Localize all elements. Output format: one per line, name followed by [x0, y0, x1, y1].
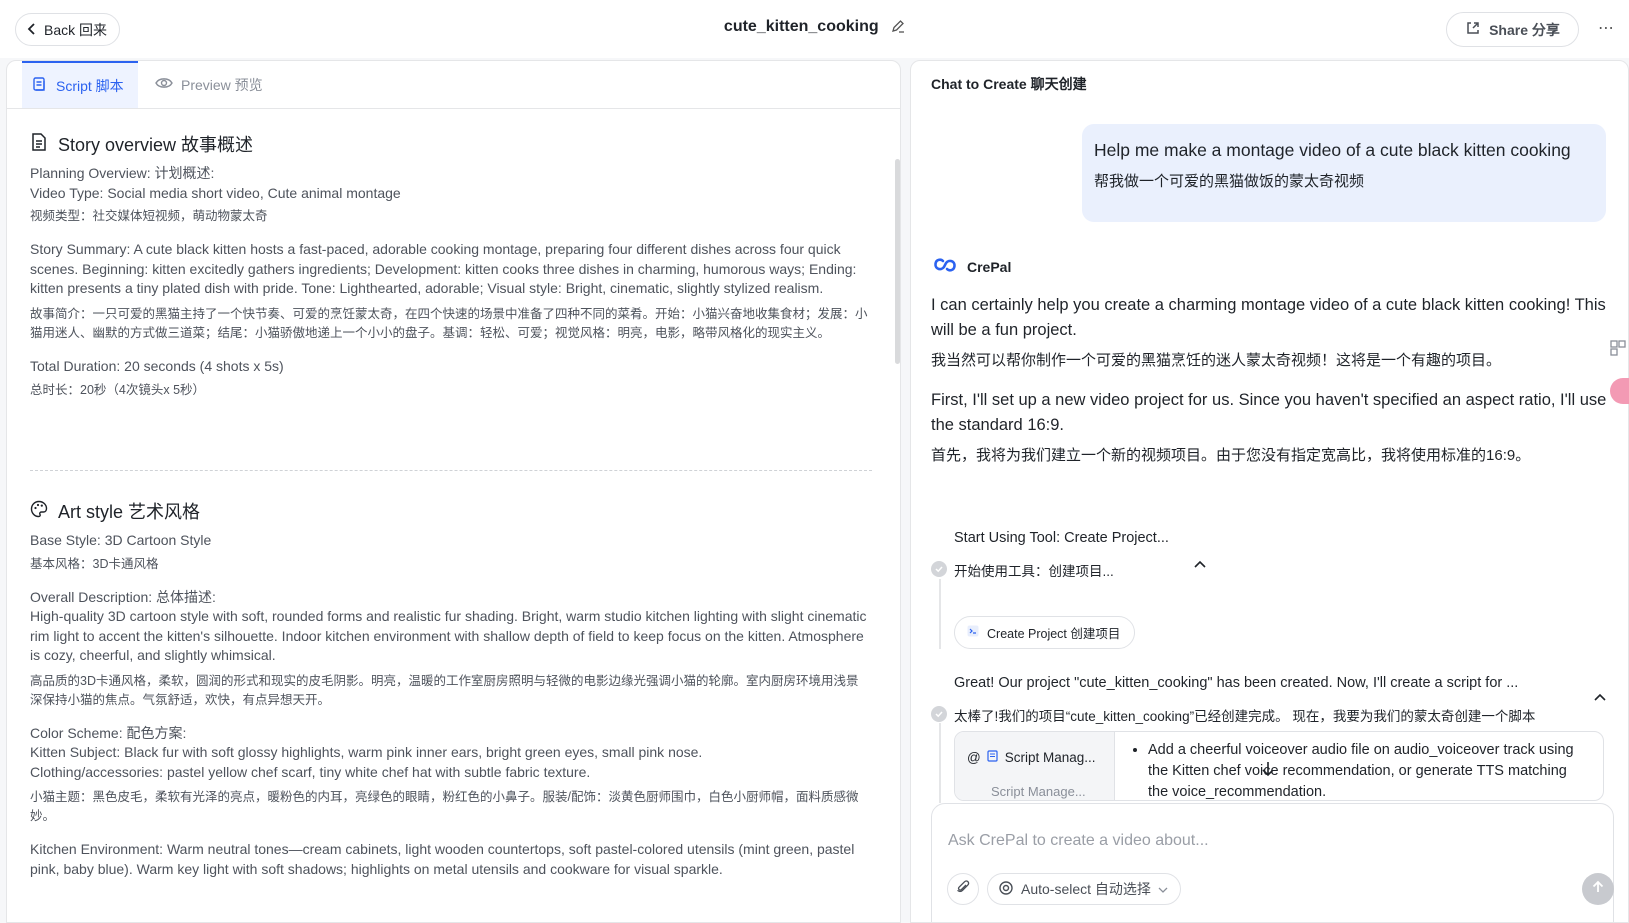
model-select[interactable]: Auto-select 自动选择	[987, 873, 1181, 905]
script-manager-sub: Script Manage...	[991, 784, 1086, 799]
step-connector	[939, 579, 941, 649]
section-divider	[30, 470, 872, 471]
model-select-label: Auto-select 自动选择	[1021, 881, 1151, 897]
share-button[interactable]: Share 分享	[1446, 12, 1579, 47]
planning-overview: Planning Overview: 计划概述:	[30, 165, 215, 181]
paperclip-icon	[956, 879, 970, 900]
user-message-zh: 帮我做一个可爱的黑猫做饭的蒙太奇视频	[1094, 173, 1365, 190]
create-project-pill[interactable]: Create Project 创建项目	[954, 616, 1136, 649]
arrow-up-icon	[1591, 880, 1605, 899]
bot-message-2-zh: 首先，我将为我们建立一个新的视频项目。由于您没有指定宽高比，我将使用标准的16:…	[931, 447, 1531, 464]
chat-heading: Chat to Create 聊天创建	[931, 76, 1087, 92]
tool-step-2-zh: 太棒了!我们的项目“cute_kitten_cooking”已经创建完成。 现在…	[954, 709, 1536, 724]
overall-description-en: High-quality 3D cartoon style with soft,…	[30, 608, 867, 663]
bot-message-1: I can certainly help you create a charmi…	[931, 293, 1621, 372]
video-type-zh: 视频类型：社交媒体短视频，萌动物蒙太奇	[30, 209, 268, 223]
script-manager-card[interactable]: @ Script Manag... Script Manage... Add a…	[954, 731, 1604, 801]
tool-step-2-en: Great! Our project "cute_kitten_cooking"…	[954, 675, 1519, 691]
scroll-down-arrow-icon[interactable]	[1261, 761, 1275, 782]
step-connector	[939, 723, 941, 803]
share-label: Share 分享	[1489, 21, 1560, 38]
bot-message-2: First, I'll set up a new video project f…	[931, 388, 1621, 467]
attach-button[interactable]	[947, 873, 979, 905]
video-type-en: Video Type: Social media short video, Cu…	[30, 184, 401, 201]
script-content[interactable]: Story overview 故事概述 Planning Overview: 计…	[7, 109, 900, 922]
auto-select-icon	[998, 880, 1014, 899]
color-scheme-zh: 小猫主题：黑色皮毛，柔软有光泽的亮点，暖粉色的内耳，亮绿色的眼睛，粉红色的小鼻子…	[30, 790, 859, 823]
story-overview-heading: Story overview 故事概述	[30, 131, 870, 157]
bot-header: CrePal	[933, 257, 1011, 276]
art-style-heading: Art style 艺术风格	[30, 498, 870, 524]
chevron-down-icon	[1158, 881, 1168, 897]
base-style-en: Base Style: 3D Cartoon Style	[30, 532, 212, 548]
chat-panel: Chat to Create 聊天创建 Help me make a monta…	[910, 60, 1629, 923]
chevron-up-icon[interactable]	[1593, 689, 1607, 707]
bot-message-2-en: First, I'll set up a new video project f…	[931, 391, 1607, 434]
tool-step-1-zh: 开始使用工具：创建项目...	[954, 564, 1114, 579]
color-scheme-clothing-en: Clothing/accessories: pastel yellow chef…	[30, 763, 591, 780]
document-icon	[30, 132, 48, 157]
bot-message-1-zh: 我当然可以帮你制作一个可爱的黑猫烹饪的迷人蒙太奇视频！这将是一个有趣的项目。	[931, 352, 1502, 369]
overall-description-label: Overall Description: 总体描述:	[30, 588, 216, 605]
user-message: Help me make a montage video of a cute b…	[1082, 124, 1606, 222]
check-icon	[931, 706, 947, 722]
project-title: cute_kitten_cooking	[0, 18, 1629, 38]
script-manager-tab[interactable]: @ Script Manag... Script Manage...	[955, 732, 1115, 800]
tab-script-label: Script 脚本	[56, 77, 124, 94]
floating-side-icons	[1610, 340, 1629, 404]
create-project-pill-label: Create Project 创建项目	[987, 627, 1121, 641]
tab-preview-label: Preview 预览	[181, 76, 263, 93]
script-manager-label: Script Manag...	[1004, 750, 1096, 765]
script-panel: Script 脚本 Preview 预览 Story overview 故事概述…	[6, 60, 901, 923]
bot-name: CrePal	[967, 258, 1012, 275]
story-overview-title: Story overview 故事概述	[58, 135, 254, 155]
story-summary-en: Story Summary: A cute black kitten hosts…	[30, 241, 857, 296]
chat-input-area: Ask CrePal to create a video about... Au…	[931, 803, 1614, 922]
kitchen-environment-en: Kitchen Environment: Warm neutral tones—…	[30, 841, 855, 877]
terminal-icon	[967, 625, 979, 640]
at-icon: @	[967, 750, 981, 765]
tab-script[interactable]: Script 脚本	[22, 61, 138, 108]
bot-message-1-en: I can certainly help you create a charmi…	[931, 296, 1606, 339]
more-options-button[interactable]: ⋯	[1598, 18, 1615, 38]
story-overview-section: Story overview 故事概述 Planning Overview: 计…	[30, 131, 870, 400]
tab-preview[interactable]: Preview 预览	[155, 61, 263, 108]
art-style-section: Art style 艺术风格 Base Style: 3D Cartoon St…	[30, 498, 870, 879]
tab-bar: Script 脚本 Preview 预览	[7, 61, 900, 109]
eye-icon	[155, 76, 173, 93]
art-style-title: Art style 艺术风格	[58, 502, 201, 522]
script-manager-row: @ Script Manag...	[967, 750, 1096, 765]
base-style-zh: 基本风格：3D卡通风格	[30, 556, 159, 571]
check-icon	[931, 561, 947, 577]
chevron-up-icon[interactable]	[1193, 556, 1207, 574]
crepal-logo-icon	[933, 257, 957, 276]
share-icon	[1465, 20, 1481, 39]
script-small-icon	[987, 750, 999, 765]
project-title-text: cute_kitten_cooking	[723, 18, 879, 35]
total-duration-en: Total Duration: 20 seconds (4 shots x 5s…	[30, 357, 284, 374]
assistant-avatar-icon[interactable]	[1610, 378, 1629, 404]
top-bar: Back 回来 cute_kitten_cooking Share 分享 ⋯	[0, 0, 1629, 58]
script-card-body: Add a cheerful voiceover audio file on a…	[1130, 740, 1590, 800]
scrollbar[interactable]	[895, 159, 900, 364]
grid-icon[interactable]	[1610, 340, 1626, 356]
script-card-item: Add a cheerful voiceover audio file on a…	[1148, 740, 1590, 800]
script-icon	[32, 76, 48, 95]
overall-description-zh: 高品质的3D卡通风格，柔软，圆润的形式和现实的皮毛阴影。明亮，温暖的工作室厨房照…	[30, 673, 859, 707]
edit-pencil-icon[interactable]	[891, 19, 905, 38]
story-summary-zh: 故事简介：一只可爱的黑猫主持了一个快节奏、可爱的烹饪蒙太奇，在四个快速的场景中准…	[30, 306, 868, 340]
palette-icon	[30, 500, 48, 523]
send-button[interactable]	[1582, 873, 1614, 905]
total-duration-zh: 总时长：20秒（4次镜头x 5秒）	[30, 383, 206, 397]
color-scheme-kitten-en: Kitten Subject: Black fur with soft glos…	[30, 744, 703, 760]
color-scheme-label: Color Scheme: 配色方案:	[30, 724, 187, 741]
tool-step-1-en: Start Using Tool: Create Project...	[954, 530, 1169, 546]
user-message-en: Help me make a montage video of a cute b…	[1094, 140, 1571, 160]
tool-step-script[interactable]: Great! Our project "cute_kitten_cooking"…	[931, 675, 1621, 725]
tool-step-create-project[interactable]: Start Using Tool: Create Project... 开始使用…	[931, 530, 1621, 580]
chat-input[interactable]: Ask CrePal to create a video about...	[948, 832, 1209, 850]
